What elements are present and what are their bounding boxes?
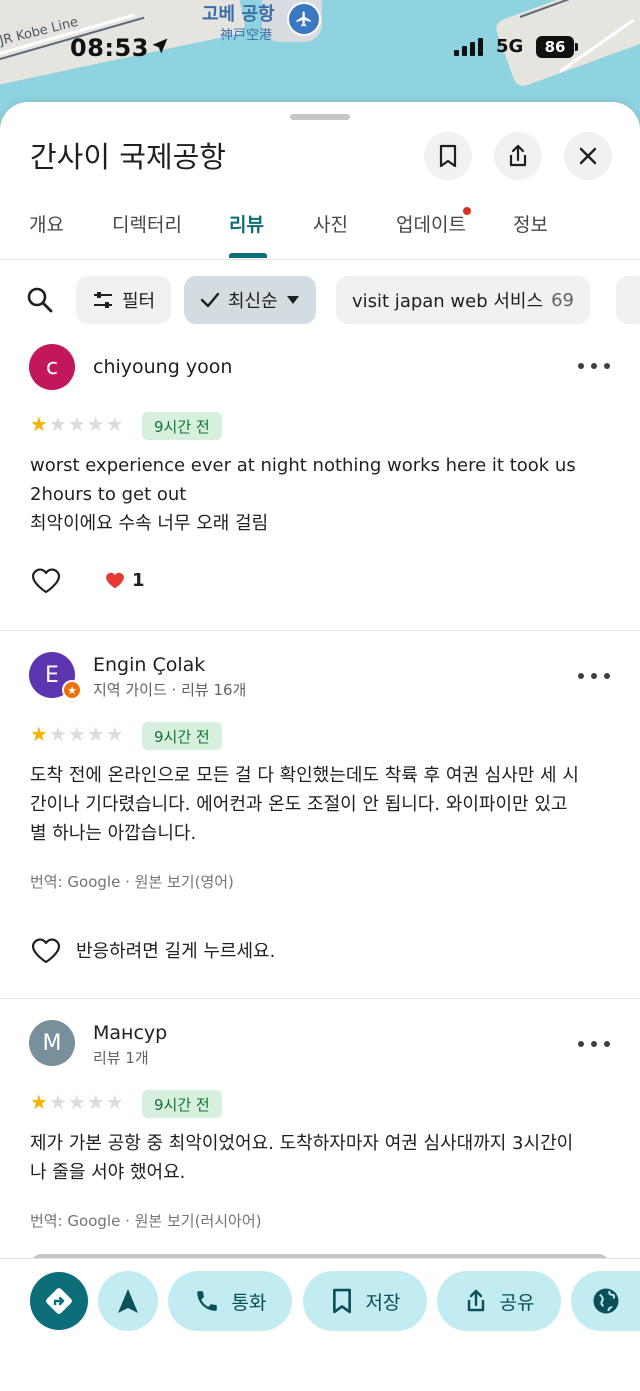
tab-overview[interactable]: 개요 (29, 210, 64, 237)
reaction-row: 1 (30, 566, 145, 594)
star-rating: ★★★★★ (30, 722, 125, 746)
review-author[interactable]: Engin Çolak (93, 654, 205, 676)
review-time-badge: 9시간 전 (142, 722, 222, 750)
close-button[interactable] (564, 132, 612, 180)
website-button[interactable] (571, 1271, 640, 1331)
action-bar: 통화 저장 공유 (0, 1258, 640, 1391)
directions-icon (46, 1288, 72, 1314)
review-author-meta: 리뷰 1개 (93, 1049, 149, 1067)
directions-button[interactable] (30, 1272, 88, 1330)
save-button[interactable]: 저장 (303, 1271, 427, 1331)
next-topic-chip[interactable] (616, 276, 640, 324)
review-divider (0, 630, 640, 631)
heart-outline-icon[interactable] (30, 566, 62, 594)
star-rating: ★★★★★ (30, 412, 125, 436)
save-place-button[interactable] (424, 132, 472, 180)
sort-chip-label: 최신순 (228, 291, 278, 312)
check-icon (200, 292, 220, 308)
heart-filled-icon (106, 572, 124, 589)
translation-note[interactable]: 번역: Google · 원본 보기(영어) (30, 871, 234, 892)
share-icon (467, 1289, 484, 1312)
more-options-icon[interactable] (578, 666, 610, 686)
sort-chip[interactable]: 최신순 (184, 276, 316, 324)
status-bar: 08:53 5G 86 (0, 28, 640, 68)
share-place-button[interactable] (494, 132, 542, 180)
share-button-label: 공유 (499, 1291, 535, 1314)
call-button-label: 통화 (231, 1291, 267, 1314)
page-title: 간사이 국제공항 (30, 140, 226, 174)
close-icon (579, 147, 597, 165)
sheet-drag-handle[interactable] (290, 114, 350, 120)
topic-chip-label: visit japan web 서비스 (352, 291, 544, 312)
filter-sliders-icon (94, 292, 112, 308)
search-icon[interactable] (26, 286, 54, 318)
tab-directory[interactable]: 디렉터리 (112, 210, 182, 237)
navigation-arrow-icon (118, 1289, 138, 1313)
battery-icon: 86 (536, 36, 574, 58)
star-rating: ★★★★★ (30, 1090, 125, 1114)
active-tab-indicator (229, 253, 267, 258)
bookmark-icon (439, 144, 457, 168)
battery-tip (575, 43, 578, 51)
place-sheet: 간사이 국제공항 개요 디렉터리 리뷰 사진 업데이트 정보 필터 최신순 vi… (0, 102, 640, 1391)
globe-icon (593, 1288, 619, 1314)
review-time-badge: 9시간 전 (142, 1090, 222, 1118)
translation-note[interactable]: 번역: Google · 원본 보기(러시아어) (30, 1210, 262, 1231)
review-text: 도착 전에 온라인으로 모든 걸 다 확인했는데도 착륙 후 여권 심사만 세 … (30, 765, 579, 844)
avatar[interactable]: M (29, 1020, 75, 1066)
more-options-icon[interactable] (578, 356, 610, 376)
more-options-icon[interactable] (578, 1034, 610, 1054)
review-time-badge: 9시간 전 (142, 412, 222, 440)
filter-chip-label: 필터 (122, 291, 156, 312)
tab-photos[interactable]: 사진 (313, 210, 348, 237)
updates-notification-dot (463, 207, 471, 215)
tab-updates[interactable]: 업데이트 (396, 210, 466, 237)
share-button[interactable]: 공유 (437, 1271, 561, 1331)
heart-outline-icon[interactable] (30, 936, 62, 964)
location-arrow-icon (150, 36, 170, 60)
reaction-row: 반응하려면 길게 누르세요. (30, 936, 275, 964)
review-filter-row: 필터 최신순 visit japan web 서비스 69 (0, 276, 640, 326)
avatar[interactable]: c (29, 344, 75, 390)
tab-about[interactable]: 정보 (513, 210, 548, 237)
phone-icon (196, 1291, 217, 1311)
review-author[interactable]: Мансур (93, 1022, 167, 1044)
reaction-count-value: 1 (132, 569, 145, 591)
status-time: 08:53 (70, 34, 149, 62)
share-icon (509, 144, 527, 167)
network-type: 5G (496, 36, 524, 57)
call-button[interactable]: 통화 (168, 1271, 292, 1331)
map-place-label[interactable]: 고베 공항 (202, 0, 275, 26)
local-guide-badge-icon: ★ (62, 680, 82, 700)
tab-reviews[interactable]: 리뷰 (229, 210, 264, 237)
signal-icon (454, 38, 483, 56)
save-button-label: 저장 (365, 1291, 401, 1314)
tab-bar: 개요 디렉터리 리뷰 사진 업데이트 정보 (0, 198, 640, 260)
bookmark-icon (332, 1288, 351, 1314)
review-author-meta: 지역 가이드 · 리뷰 16개 (93, 681, 247, 699)
review-text: 제가 가본 공항 중 최악이었어요. 도착하자마자 여권 심사대까지 3시간이 … (30, 1133, 574, 1183)
reaction-hint: 반응하려면 길게 누르세요. (76, 941, 276, 962)
dropdown-arrow-icon (286, 296, 299, 304)
review-text: worst experience ever at night nothing w… (30, 455, 576, 534)
topic-chip-count: 69 (551, 289, 574, 311)
reaction-count[interactable]: 1 (104, 570, 145, 591)
topic-chip[interactable]: visit japan web 서비스 69 (336, 276, 590, 324)
filter-chip[interactable]: 필터 (76, 276, 172, 324)
start-navigation-button[interactable] (98, 1271, 158, 1331)
review-author[interactable]: chiyoung yoon (93, 356, 232, 378)
review-divider (0, 998, 640, 999)
